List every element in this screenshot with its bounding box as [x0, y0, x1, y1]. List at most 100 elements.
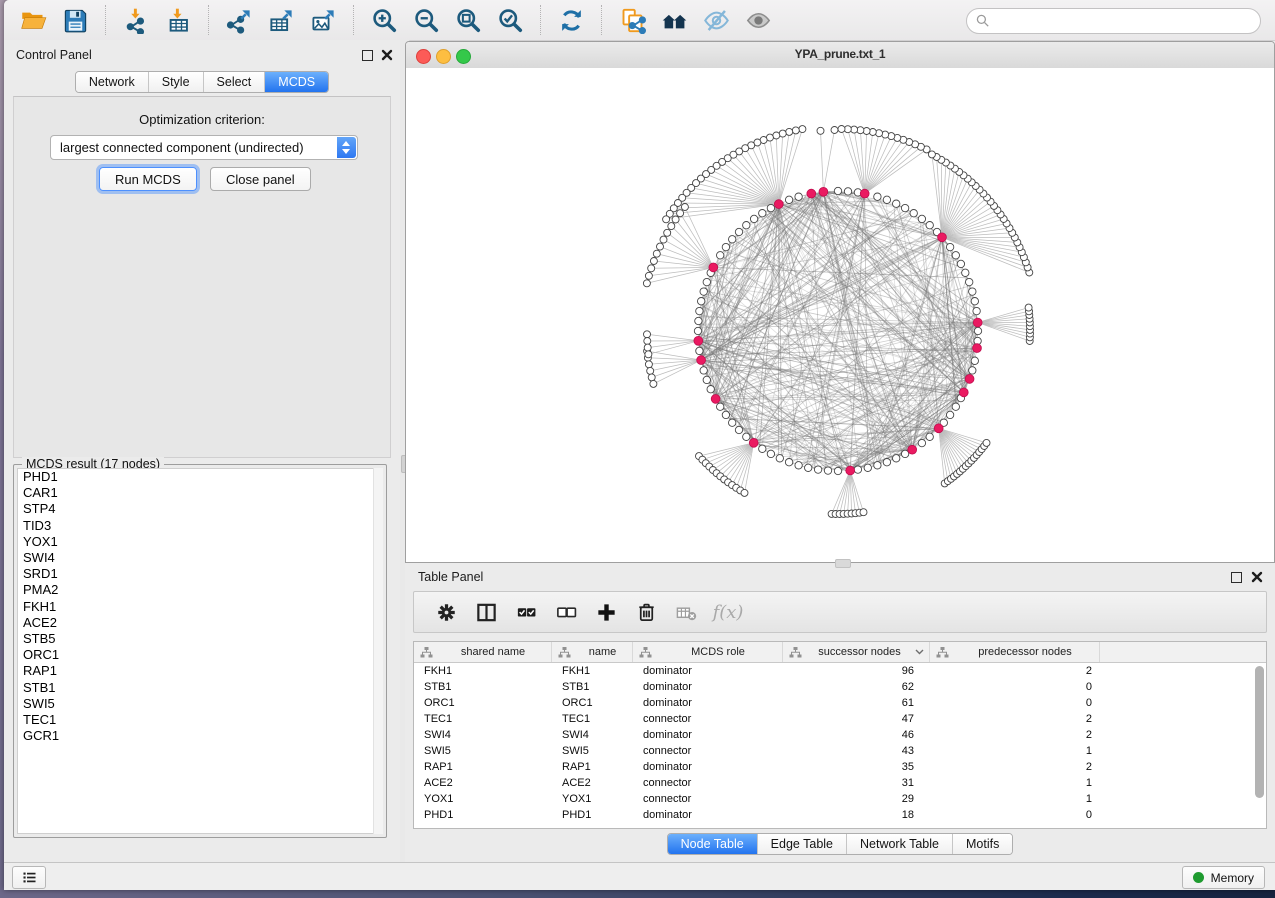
open-file-icon[interactable] — [17, 5, 49, 35]
table-tab-network-table[interactable]: Network Table — [847, 834, 953, 854]
cell-mcds-role[interactable]: connector — [633, 713, 783, 725]
cell-name[interactable]: TEC1 — [552, 713, 633, 725]
network-window-titlebar[interactable]: YPA_prune.txt_1 — [406, 42, 1274, 69]
table-row[interactable]: SWI4SWI4dominator462 — [414, 727, 1266, 743]
cell-mcds-role[interactable]: connector — [633, 793, 783, 805]
cell-shared-name[interactable]: PHD1 — [414, 809, 552, 821]
refresh-layout-icon[interactable] — [555, 5, 587, 35]
zoom-fit-icon[interactable] — [452, 5, 484, 35]
table-row[interactable]: STB1STB1dominator620 — [414, 679, 1266, 695]
cell-mcds-role[interactable]: dominator — [633, 665, 783, 677]
table-row[interactable]: TEC1TEC1connector472 — [414, 711, 1266, 727]
table-settings-icon[interactable] — [433, 599, 459, 625]
table-scrollbar[interactable] — [1255, 666, 1264, 798]
cell-successor-nodes[interactable]: 35 — [783, 761, 930, 773]
hide-selected-icon[interactable] — [700, 5, 732, 35]
table-tab-edge-table[interactable]: Edge Table — [758, 834, 847, 854]
cell-mcds-role[interactable]: dominator — [633, 729, 783, 741]
table-row[interactable]: FKH1FKH1dominator962 — [414, 663, 1266, 679]
mcds-result-item[interactable]: STB1 — [18, 680, 382, 696]
add-column-icon[interactable] — [593, 599, 619, 625]
cell-shared-name[interactable]: ORC1 — [414, 697, 552, 709]
cell-predecessor-nodes[interactable]: 0 — [930, 809, 1100, 821]
zoom-in-icon[interactable] — [368, 5, 400, 35]
column-header-predecessor-nodes[interactable]: predecessor nodes — [930, 642, 1100, 662]
mcds-result-item[interactable]: STB5 — [18, 631, 382, 647]
cell-predecessor-nodes[interactable]: 0 — [930, 697, 1100, 709]
show-all-icon[interactable] — [742, 5, 774, 35]
close-table-panel-icon[interactable] — [1251, 570, 1263, 582]
cell-shared-name[interactable]: FKH1 — [414, 665, 552, 677]
tab-style[interactable]: Style — [149, 72, 204, 92]
mcds-result-item[interactable]: PMA2 — [18, 582, 382, 598]
cell-successor-nodes[interactable]: 31 — [783, 777, 930, 789]
mcds-result-item[interactable]: RAP1 — [18, 663, 382, 679]
cell-predecessor-nodes[interactable]: 2 — [930, 713, 1100, 725]
column-header-shared-name[interactable]: shared name — [414, 642, 552, 662]
cell-predecessor-nodes[interactable]: 2 — [930, 665, 1100, 677]
table-tab-node-table[interactable]: Node Table — [668, 834, 758, 854]
cell-shared-name[interactable]: YOX1 — [414, 793, 552, 805]
cell-name[interactable]: PHD1 — [552, 809, 633, 821]
mcds-result-list[interactable]: PHD1CAR1STP4TID3YOX1SWI4SRD1PMA2FKH1ACE2… — [17, 468, 383, 834]
status-menu-button[interactable] — [12, 866, 46, 889]
cell-predecessor-nodes[interactable]: 1 — [930, 777, 1100, 789]
column-header-MCDS-role[interactable]: MCDS role — [633, 642, 783, 662]
export-network-icon[interactable] — [223, 5, 255, 35]
cell-successor-nodes[interactable]: 96 — [783, 665, 930, 677]
cell-mcds-role[interactable]: dominator — [633, 681, 783, 693]
cell-name[interactable]: ORC1 — [552, 697, 633, 709]
cell-shared-name[interactable]: SWI5 — [414, 745, 552, 757]
zoom-out-icon[interactable] — [410, 5, 442, 35]
mcds-result-item[interactable]: STP4 — [18, 501, 382, 517]
tab-network[interactable]: Network — [76, 72, 149, 92]
mcds-result-item[interactable]: SRD1 — [18, 566, 382, 582]
cell-name[interactable]: ACE2 — [552, 777, 633, 789]
cell-mcds-role[interactable]: dominator — [633, 809, 783, 821]
table-row[interactable]: ACE2ACE2connector311 — [414, 775, 1266, 791]
result-scrollbar[interactable] — [373, 468, 383, 834]
export-image-icon[interactable] — [307, 5, 339, 35]
column-header-successor-nodes[interactable]: successor nodes — [783, 642, 930, 662]
cell-name[interactable]: FKH1 — [552, 665, 633, 677]
cell-mcds-role[interactable]: connector — [633, 777, 783, 789]
deselect-all-rows-icon[interactable] — [553, 599, 579, 625]
mcds-result-item[interactable]: CAR1 — [18, 485, 382, 501]
cell-shared-name[interactable]: TEC1 — [414, 713, 552, 725]
cell-predecessor-nodes[interactable]: 1 — [930, 745, 1100, 757]
cell-successor-nodes[interactable]: 47 — [783, 713, 930, 725]
mcds-result-item[interactable]: ACE2 — [18, 615, 382, 631]
table-tab-motifs[interactable]: Motifs — [953, 834, 1012, 854]
select-all-rows-icon[interactable] — [513, 599, 539, 625]
cell-mcds-role[interactable]: connector — [633, 745, 783, 757]
cell-mcds-role[interactable]: dominator — [633, 761, 783, 773]
cell-name[interactable]: YOX1 — [552, 793, 633, 805]
export-table-icon[interactable] — [265, 5, 297, 35]
mcds-result-item[interactable]: YOX1 — [18, 534, 382, 550]
column-header-name[interactable]: name — [552, 642, 633, 662]
clone-network-icon[interactable] — [616, 5, 648, 35]
memory-button[interactable]: Memory — [1182, 866, 1265, 889]
table-row[interactable]: PHD1PHD1dominator180 — [414, 807, 1266, 823]
search-input[interactable] — [991, 14, 1260, 29]
table-row[interactable]: SWI5SWI5connector431 — [414, 743, 1266, 759]
close-panel-button[interactable]: Close panel — [210, 167, 311, 191]
mcds-result-item[interactable]: FKH1 — [18, 599, 382, 615]
mcds-result-item[interactable]: SWI4 — [18, 550, 382, 566]
cell-predecessor-nodes[interactable]: 1 — [930, 793, 1100, 805]
cell-predecessor-nodes[interactable]: 2 — [930, 761, 1100, 773]
close-panel-icon[interactable] — [381, 48, 393, 60]
cell-shared-name[interactable]: SWI4 — [414, 729, 552, 741]
save-session-icon[interactable] — [59, 5, 91, 35]
mcds-result-item[interactable]: TID3 — [18, 518, 382, 534]
show-columns-icon[interactable] — [473, 599, 499, 625]
cell-name[interactable]: SWI5 — [552, 745, 633, 757]
cell-successor-nodes[interactable]: 61 — [783, 697, 930, 709]
cell-name[interactable]: RAP1 — [552, 761, 633, 773]
zoom-selected-icon[interactable] — [494, 5, 526, 35]
cell-mcds-role[interactable]: dominator — [633, 697, 783, 709]
mcds-result-item[interactable]: TEC1 — [18, 712, 382, 728]
cell-successor-nodes[interactable]: 46 — [783, 729, 930, 741]
cell-successor-nodes[interactable]: 18 — [783, 809, 930, 821]
run-mcds-button[interactable]: Run MCDS — [99, 167, 197, 191]
